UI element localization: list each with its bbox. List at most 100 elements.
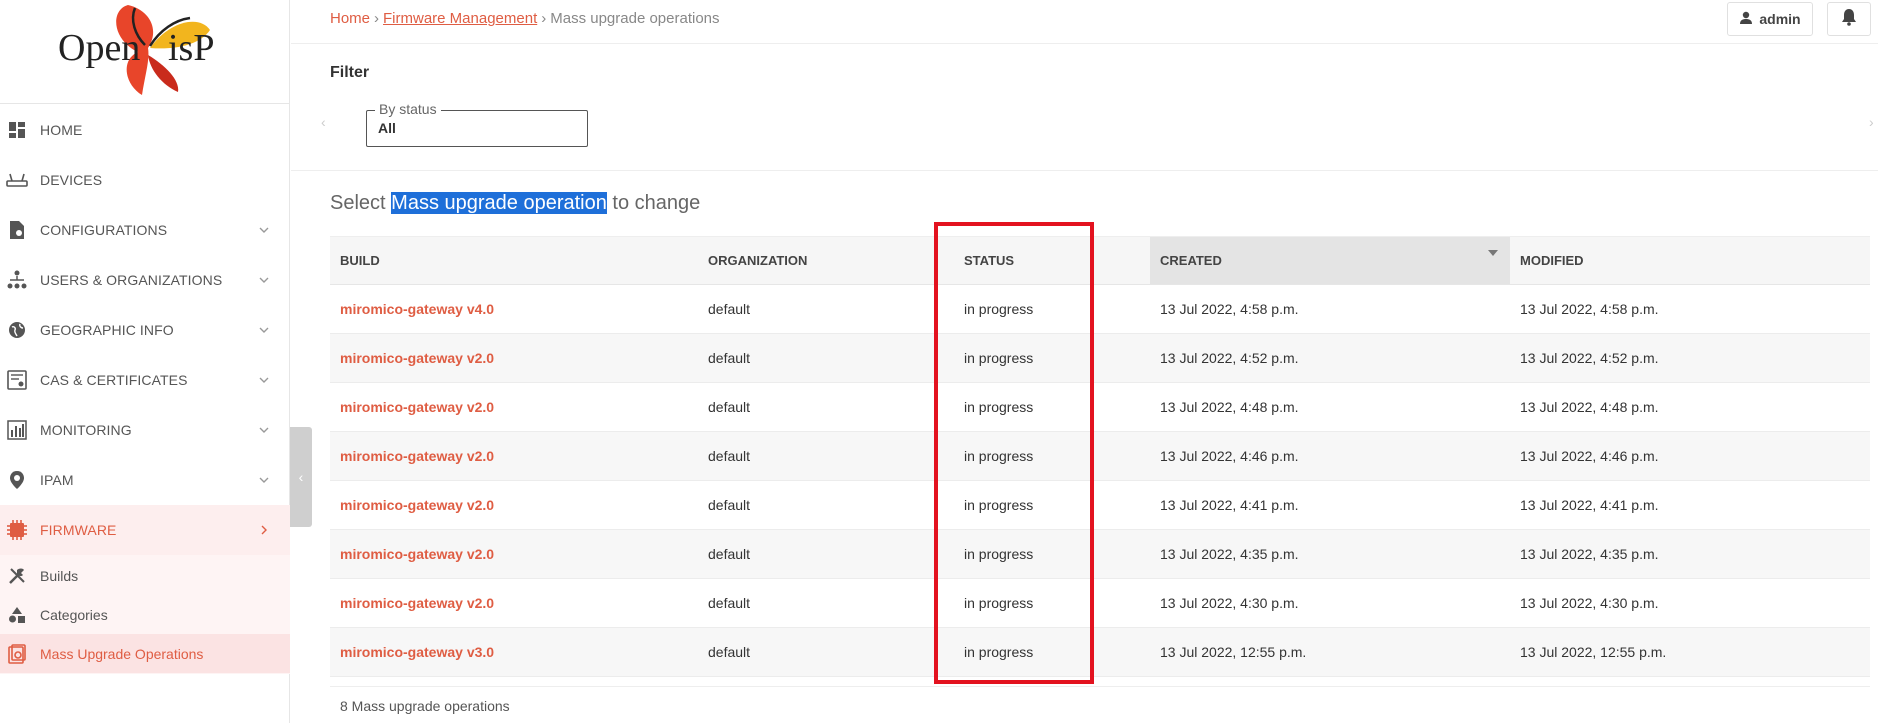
sidebar-subitem-label: Categories bbox=[40, 606, 108, 623]
status-filter-select[interactable]: By status All bbox=[366, 101, 588, 147]
modified-cell: 13 Jul 2022, 12:55 p.m. bbox=[1510, 627, 1870, 677]
chevron-down-icon bbox=[257, 373, 271, 387]
build-cell: miromico-gateway v2.0 bbox=[330, 431, 698, 481]
build-link[interactable]: miromico-gateway v2.0 bbox=[340, 399, 494, 415]
modified-cell: 13 Jul 2022, 4:52 p.m. bbox=[1510, 333, 1870, 383]
chevron-down-icon bbox=[257, 423, 271, 437]
table-row[interactable]: miromico-gateway v2.0 default in progress 1… bbox=[330, 431, 1870, 481]
table-row[interactable]: miromico-gateway v2.0 default in progress 1… bbox=[330, 578, 1870, 628]
notifications-button[interactable] bbox=[1827, 2, 1871, 36]
breadcrumb-separator: › bbox=[374, 10, 380, 27]
organization-cell: default bbox=[698, 431, 954, 481]
organization-cell: default bbox=[698, 480, 954, 530]
divider bbox=[330, 686, 1870, 687]
logo-graphic: Open isP bbox=[58, 5, 214, 95]
build-link[interactable]: miromico-gateway v2.0 bbox=[340, 546, 494, 562]
page-title: Select Mass upgrade operation to change bbox=[330, 192, 700, 215]
table-row[interactable]: miromico-gateway v3.0 default in progress 1… bbox=[330, 627, 1870, 677]
filter-panel: ‹ Filter By status All › bbox=[291, 44, 1878, 171]
sidebar-item-label: IPAM bbox=[40, 472, 74, 488]
sidebar-item-geographic-info[interactable]: GEOGRAPHIC INFO bbox=[0, 305, 290, 355]
sidebar-item-home[interactable]: HOME bbox=[0, 105, 290, 155]
build-cell: miromico-gateway v3.0 bbox=[330, 627, 698, 677]
page-title-suffix: to change bbox=[606, 192, 701, 214]
build-cell: miromico-gateway v2.0 bbox=[330, 382, 698, 432]
column-header-modified[interactable]: MODIFIED bbox=[1510, 236, 1870, 285]
modified-cell: 13 Jul 2022, 4:46 p.m. bbox=[1510, 431, 1870, 481]
build-cell: miromico-gateway v2.0 bbox=[330, 578, 698, 628]
build-cell: miromico-gateway v2.0 bbox=[330, 480, 698, 530]
status-cell: in progress bbox=[954, 480, 1150, 530]
build-cell: miromico-gateway v2.0 bbox=[330, 333, 698, 383]
sidebar-item-firmware[interactable]: FIRMWARE bbox=[0, 505, 290, 555]
sidebar-item-devices[interactable]: DEVICES bbox=[0, 155, 290, 205]
modified-cell: 13 Jul 2022, 4:35 p.m. bbox=[1510, 529, 1870, 579]
openwisp-logo[interactable]: Open isP bbox=[0, 0, 290, 104]
bell-icon bbox=[1841, 8, 1857, 31]
column-header-created[interactable]: CREATED bbox=[1150, 236, 1510, 285]
sidebar-item-label: MONITORING bbox=[40, 422, 132, 438]
user-menu-button[interactable]: admin bbox=[1727, 2, 1813, 36]
build-link[interactable]: miromico-gateway v2.0 bbox=[340, 448, 494, 464]
modified-cell: 13 Jul 2022, 4:58 p.m. bbox=[1510, 284, 1870, 334]
breadcrumb-home-link[interactable]: Home bbox=[330, 10, 370, 27]
sidebar-item-label: CONFIGURATIONS bbox=[40, 222, 168, 238]
column-header-organization[interactable]: ORGANIZATION bbox=[698, 236, 954, 285]
breadcrumb-current: Mass upgrade operations bbox=[550, 10, 720, 27]
table-row[interactable]: miromico-gateway v2.0 default in progress 1… bbox=[330, 333, 1870, 383]
status-cell: in progress bbox=[954, 578, 1150, 628]
created-cell: 13 Jul 2022, 4:41 p.m. bbox=[1150, 480, 1510, 530]
created-cell: 13 Jul 2022, 4:48 p.m. bbox=[1150, 382, 1510, 432]
organization-cell: default bbox=[698, 284, 954, 334]
page-title-highlight: Mass upgrade operation bbox=[391, 192, 607, 214]
table-row[interactable]: miromico-gateway v2.0 default in progress 1… bbox=[330, 480, 1870, 530]
sidebar-item-configurations[interactable]: CONFIGURATIONS bbox=[0, 205, 290, 255]
sidebar-item-label: DEVICES bbox=[40, 172, 103, 188]
column-header-build[interactable]: BUILD bbox=[330, 236, 698, 285]
sidebar-subitem-categories[interactable]: Categories bbox=[0, 595, 290, 634]
sidebar-subitem-mass-upgrade-operations[interactable]: Mass Upgrade Operations bbox=[0, 634, 290, 673]
sidebar-subitem-builds[interactable]: Builds bbox=[0, 556, 290, 595]
tools-icon bbox=[6, 565, 28, 587]
sidebar-item-label: CAS & CERTIFICATES bbox=[40, 372, 188, 388]
build-link[interactable]: miromico-gateway v3.0 bbox=[340, 644, 494, 660]
build-link[interactable]: miromico-gateway v2.0 bbox=[340, 595, 494, 611]
created-cell: 13 Jul 2022, 4:46 p.m. bbox=[1150, 431, 1510, 481]
sidebar-item-label: GEOGRAPHIC INFO bbox=[40, 322, 174, 338]
chevron-down-icon bbox=[257, 323, 271, 337]
build-link[interactable]: miromico-gateway v2.0 bbox=[340, 350, 494, 366]
table-row[interactable]: miromico-gateway v2.0 default in progress 1… bbox=[330, 382, 1870, 432]
filter-scroll-right-icon[interactable]: › bbox=[1869, 114, 1874, 130]
username-label: admin bbox=[1759, 11, 1801, 27]
table-row[interactable]: miromico-gateway v2.0 default in progress 1… bbox=[330, 529, 1870, 579]
dashboard-icon bbox=[6, 119, 28, 141]
topbar: Home › Firmware Management › Mass upgrade op… bbox=[291, 0, 1878, 44]
breadcrumb: Home › Firmware Management › Mass upgrade op… bbox=[330, 10, 720, 27]
sort-descending-icon[interactable] bbox=[1488, 250, 1498, 256]
sidebar-item-monitoring[interactable]: MONITORING bbox=[0, 405, 290, 455]
chevron-down-icon bbox=[257, 223, 271, 237]
sidebar-item-cas-certificates[interactable]: CAS & CERTIFICATES bbox=[0, 355, 290, 405]
build-link[interactable]: miromico-gateway v4.0 bbox=[340, 301, 494, 317]
created-cell: 13 Jul 2022, 4:35 p.m. bbox=[1150, 529, 1510, 579]
globe-icon bbox=[6, 319, 28, 341]
sidebar-item-ipam[interactable]: IPAM bbox=[0, 455, 290, 505]
organization-cell: default bbox=[698, 333, 954, 383]
modified-cell: 13 Jul 2022, 4:30 p.m. bbox=[1510, 578, 1870, 628]
chevron-right-icon bbox=[257, 523, 271, 537]
table-header-row: BUILD ORGANIZATION STATUS CREATED MODIFI… bbox=[330, 236, 1870, 285]
column-header-status[interactable]: STATUS bbox=[954, 236, 1150, 285]
created-cell: 13 Jul 2022, 12:55 p.m. bbox=[1150, 627, 1510, 677]
certificate-icon bbox=[6, 369, 28, 391]
column-header-created-label: CREATED bbox=[1160, 253, 1222, 268]
status-cell: in progress bbox=[954, 627, 1150, 677]
build-link[interactable]: miromico-gateway v2.0 bbox=[340, 497, 494, 513]
table-row[interactable]: miromico-gateway v4.0 default in progress 1… bbox=[330, 284, 1870, 334]
breadcrumb-firmware-management-link[interactable]: Firmware Management bbox=[383, 10, 537, 27]
sidebar-item-users-organizations[interactable]: USERS & ORGANIZATIONS bbox=[0, 255, 290, 305]
sidebar-collapse-toggle[interactable]: ‹ bbox=[290, 427, 312, 527]
map-pin-icon bbox=[6, 469, 28, 491]
created-cell: 13 Jul 2022, 4:30 p.m. bbox=[1150, 578, 1510, 628]
filter-scroll-left-icon[interactable]: ‹ bbox=[321, 114, 326, 130]
organization-cell: default bbox=[698, 382, 954, 432]
